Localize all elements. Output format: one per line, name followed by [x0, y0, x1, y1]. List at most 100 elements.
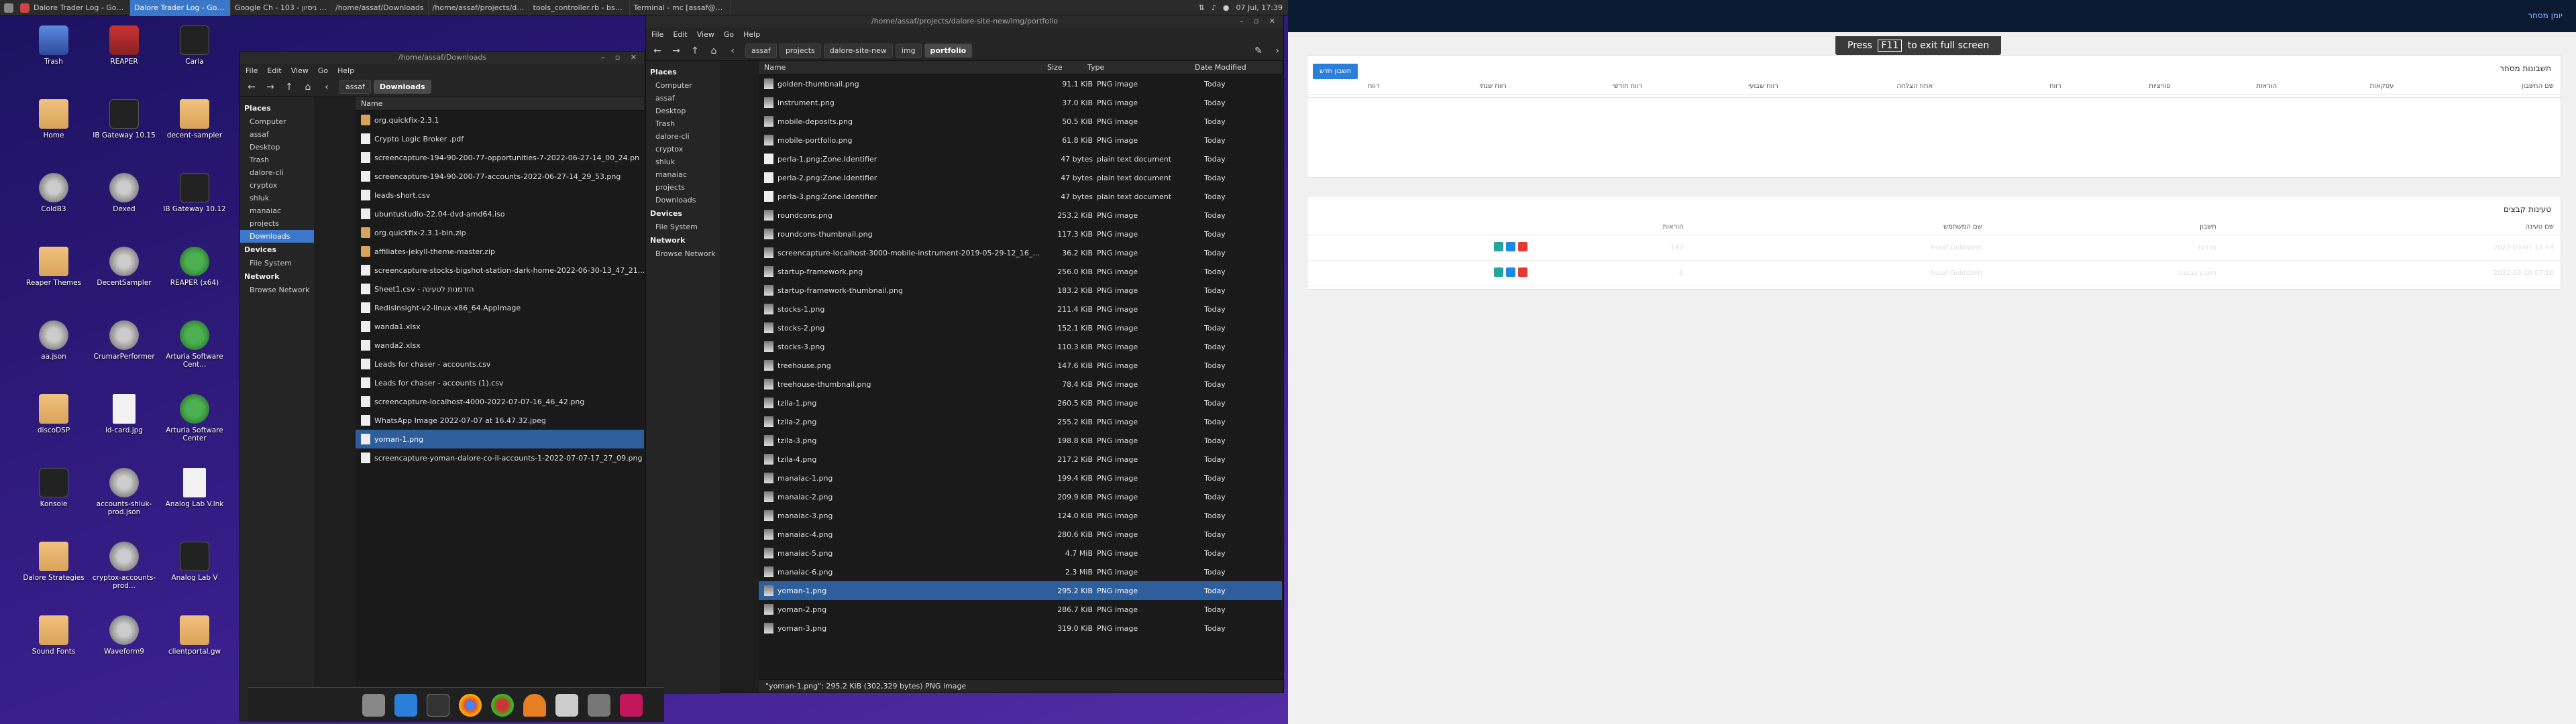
- app-menu-icon[interactable]: [4, 3, 13, 13]
- file-row[interactable]: golden-thumbnail.png 91.1 KiB PNG image Tod…: [759, 74, 1282, 93]
- flame-icon[interactable]: [523, 693, 546, 717]
- desktop-icon[interactable]: discoDSP: [20, 394, 87, 434]
- desktop-icon[interactable]: IB Gateway 10.15: [91, 99, 158, 139]
- desktop-icon[interactable]: Waveform9: [91, 615, 158, 656]
- breadcrumb-item[interactable]: Downloads: [373, 80, 431, 94]
- file-row[interactable]: manaiac-1.png 199.4 KiB PNG image Today: [759, 469, 1282, 487]
- sidebar-item[interactable]: cryptox: [646, 143, 720, 156]
- file-row[interactable]: mobile-portfolio.png 61.8 KiB PNG image Tod…: [759, 131, 1282, 149]
- desktop-icon[interactable]: aa.json: [20, 320, 87, 361]
- file-row[interactable]: yoman-1.png 295.2 KiB PNG image Today: [759, 581, 1282, 600]
- column-header-size[interactable]: Size: [1047, 63, 1087, 72]
- sidebar-item[interactable]: cryptox: [240, 179, 314, 192]
- breadcrumb-item[interactable]: dalore-site-new: [823, 44, 893, 58]
- signal-icon[interactable]: [555, 693, 578, 717]
- file-row[interactable]: instrument.png 37.0 KiB PNG image Today: [759, 93, 1282, 112]
- breadcrumb-item[interactable]: projects: [779, 44, 821, 58]
- desktop-icon[interactable]: Reaper Themes: [20, 247, 87, 287]
- desktop-icon[interactable]: Sound Fonts: [20, 615, 87, 656]
- file-row[interactable]: wanda2.xlsx: [356, 336, 644, 355]
- file-row[interactable]: screencapture-yoman-dalore-co-il-account…: [356, 448, 644, 467]
- vscode-icon[interactable]: [394, 693, 417, 717]
- file-row[interactable]: manaiac-6.png 2.3 MiB PNG image Today: [759, 562, 1282, 581]
- sidebar-item[interactable]: File System: [646, 221, 720, 233]
- file-row[interactable]: RedisInsight-v2-linux-x86_64.AppImage: [356, 298, 644, 317]
- task-item[interactable]: Google Ch - יריד ניסיון - 103fm...: [231, 0, 331, 16]
- task-item[interactable]: Dalore Trader Log - Google...: [30, 0, 130, 16]
- network-icon[interactable]: ⇅: [1199, 3, 1205, 12]
- menu-item[interactable]: View: [697, 30, 714, 39]
- sidebar-item[interactable]: Downloads: [646, 194, 720, 206]
- sidebar-item[interactable]: Trash: [646, 117, 720, 130]
- sidebar-item[interactable]: shluk: [646, 156, 720, 168]
- clock[interactable]: 07 Jul, 17:39: [1236, 3, 1283, 12]
- window-buttons[interactable]: – ▫ ✕: [601, 52, 641, 64]
- delete-icon[interactable]: [1518, 242, 1528, 251]
- menu-item[interactable]: Help: [743, 30, 760, 39]
- menu-item[interactable]: Edit: [673, 30, 687, 39]
- file-row[interactable]: Sheet1.csv - הזדמנות לטעינה: [356, 280, 644, 298]
- file-row[interactable]: yoman-3.png 319.0 KiB PNG image Today: [759, 619, 1282, 638]
- file-row[interactable]: treehouse.png 147.6 KiB PNG image Today: [759, 356, 1282, 375]
- download-icon[interactable]: [620, 693, 643, 717]
- view-icon[interactable]: [1494, 267, 1504, 277]
- desktop-icon[interactable]: id-card.jpg: [91, 394, 158, 434]
- sidebar-item[interactable]: projects: [240, 217, 314, 230]
- sidebar-item[interactable]: Desktop: [240, 141, 314, 154]
- column-header-date[interactable]: Date Modified: [1195, 63, 1269, 72]
- forward-icon[interactable]: →: [670, 46, 682, 56]
- file-row[interactable]: org.quickfix-2.3.1: [356, 111, 644, 129]
- file-row[interactable]: stocks-3.png 110.3 KiB PNG image Today: [759, 337, 1282, 356]
- file-row[interactable]: screencapture-localhost-4000-2022-07-07-…: [356, 392, 644, 411]
- desktop-icon[interactable]: Trash: [20, 25, 87, 66]
- terminal-icon[interactable]: [427, 693, 449, 717]
- file-row[interactable]: screencapture-localhost-3000-mobile-inst…: [759, 243, 1282, 262]
- uploads-row[interactable]: 07:16 2022-03-20 חשבון בבינגס Assaf Goldst…: [1307, 260, 2561, 286]
- file-row[interactable]: WhatsApp Image 2022-07-07 at 16.47.32.jp…: [356, 411, 644, 430]
- file-row[interactable]: leads-short.csv: [356, 186, 644, 204]
- sidebar-item[interactable]: Trash: [240, 154, 314, 166]
- file-row[interactable]: affiliates-jekyll-theme-master.zip: [356, 242, 644, 261]
- sidebar-item[interactable]: assaf: [646, 92, 720, 105]
- file-row[interactable]: manaiac-2.png 209.9 KiB PNG image Today: [759, 487, 1282, 506]
- edit-location-icon[interactable]: ✎: [1252, 46, 1265, 56]
- desktop-icon[interactable]: Konsole: [20, 468, 87, 508]
- menu-item[interactable]: Go: [318, 66, 328, 75]
- file-row[interactable]: tzila-3.png 198.8 KiB PNG image Today: [759, 431, 1282, 450]
- crumb-left-icon[interactable]: ‹: [727, 46, 739, 56]
- crumb-left-icon[interactable]: ‹: [321, 82, 333, 93]
- new-account-button[interactable]: חשבון חדש: [1313, 64, 1358, 79]
- desktop-icon[interactable]: Home: [20, 99, 87, 139]
- desktop-icon[interactable]: REAPER (x64): [161, 247, 228, 287]
- menu-item[interactable]: File: [246, 66, 258, 75]
- desktop-icon[interactable]: Arturia Software Center: [161, 394, 228, 442]
- desktop-icon[interactable]: DecentSampler: [91, 247, 158, 287]
- file-row[interactable]: startup-framework-thumbnail.png 183.2 KiB…: [759, 281, 1282, 300]
- chrome-icon[interactable]: [459, 693, 482, 717]
- sidebar-item[interactable]: Browse Network: [646, 247, 720, 260]
- file-row[interactable]: stocks-2.png 152.1 KiB PNG image Today: [759, 318, 1282, 337]
- desktop-icon[interactable]: decent-sampler: [161, 99, 228, 139]
- breadcrumb-item[interactable]: portfolio: [924, 44, 973, 58]
- file-row[interactable]: yoman-2.png 286.7 KiB PNG image Today: [759, 600, 1282, 619]
- delete-icon[interactable]: [1518, 267, 1528, 277]
- sidebar-item[interactable]: assaf: [240, 128, 314, 141]
- breadcrumb-item[interactable]: assaf: [339, 80, 371, 94]
- breadcrumb-item[interactable]: assaf: [745, 44, 777, 58]
- task-item[interactable]: Terminal - mc [assaf@assaf...: [630, 0, 731, 16]
- desktop-icon[interactable]: Arturia Software Cent...: [161, 320, 228, 369]
- breadcrumb-item[interactable]: img: [895, 44, 922, 58]
- file-row[interactable]: manaiac-5.png 4.7 MiB PNG image Today: [759, 544, 1282, 562]
- desktop-icon[interactable]: IB Gateway 10.12: [161, 173, 228, 213]
- file-row[interactable]: perla-1.png:Zone.Identifier 47 bytes plain…: [759, 149, 1282, 168]
- sidebar-item[interactable]: Computer: [646, 79, 720, 92]
- file-row[interactable]: tzila-2.png 255.2 KiB PNG image Today: [759, 412, 1282, 431]
- file-row[interactable]: mobile-deposits.png 50.5 KiB PNG image Toda…: [759, 112, 1282, 131]
- desktop-icon[interactable]: cryptox-accounts-prod...: [91, 542, 158, 590]
- desktop-icon[interactable]: Carla: [161, 25, 228, 66]
- file-row[interactable]: startup-framework.png 256.0 KiB PNG image T…: [759, 262, 1282, 281]
- desktop-icon[interactable]: clientportal.gw: [161, 615, 228, 656]
- file-row[interactable]: wanda1.xlsx: [356, 317, 644, 336]
- desktop-icon[interactable]: Analog Lab V.lnk: [161, 468, 228, 508]
- file-row[interactable]: screencapture-194-90-200-77-accounts-202…: [356, 167, 644, 186]
